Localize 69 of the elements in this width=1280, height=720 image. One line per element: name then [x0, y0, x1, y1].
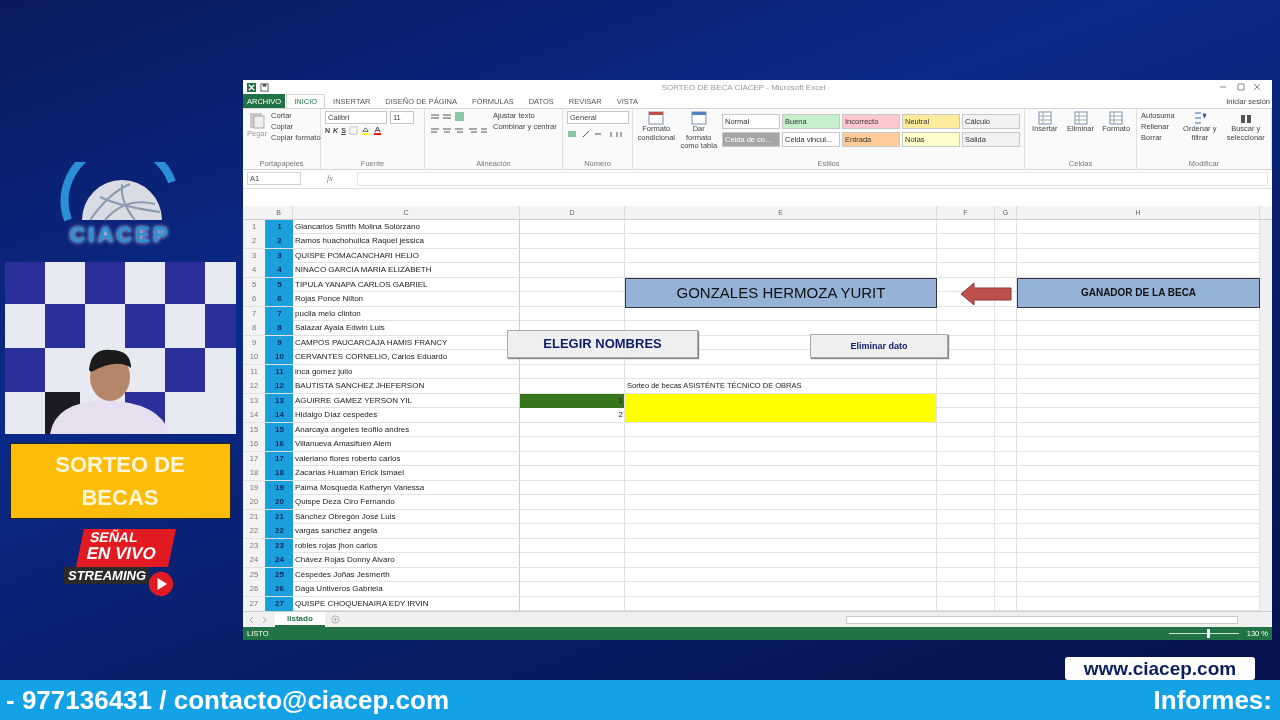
table-cell: 6 — [265, 292, 293, 307]
font-color-icon[interactable] — [372, 126, 382, 136]
table-cell: QUISPE POMACANCHARI HELIO — [293, 248, 520, 263]
table-cell: 4 — [265, 263, 293, 278]
table-cell: 10 — [265, 350, 293, 365]
table-cell: 2 — [265, 234, 293, 249]
table-cell: Villanueva Amasifuen Alem — [293, 437, 520, 452]
clipboard-icon — [249, 111, 265, 130]
table-cell: 16 — [265, 437, 293, 452]
table-cell: 20 — [265, 495, 293, 510]
table-cell: 8 — [265, 321, 293, 336]
table-cell: Ramos huachohuilca Raquel jessica — [293, 234, 520, 249]
table-cell: valeriano flores roberto carlos — [293, 451, 520, 466]
table-cell: robles rojas jhon carlos — [293, 538, 520, 553]
table-cell: Rojas Ponce Nilton — [293, 292, 520, 307]
table-cell: 18 — [265, 466, 293, 481]
function-button[interactable]: fx — [307, 174, 351, 184]
table-cell: Quispe Deza Ciro Fernando — [293, 495, 520, 510]
table-cell: Hidalgo Díaz cespedes — [293, 408, 520, 423]
table-cell: Céspedes Joñas Jesmerth — [293, 567, 520, 582]
website-label: www.ciacep.com — [1065, 657, 1255, 680]
table-cell: TIPULA YANAPA CARLOS GABRIEL — [293, 277, 520, 292]
table-cell: BAUTISTA SANCHEZ JHEFERSON — [293, 379, 520, 394]
choose-names-button[interactable]: ELEGIR NOMBRES — [507, 329, 698, 358]
grid-icon — [1037, 111, 1052, 126]
table-cell: Anarcaya angeles teofilo andres — [293, 422, 520, 437]
fill-color-icon[interactable] — [360, 126, 370, 136]
table-cell: Zacarias Huaman Erick Ismael — [293, 466, 520, 481]
sheet-nav-icon[interactable] — [249, 616, 269, 623]
grid-icon — [1073, 111, 1088, 126]
table-cell: NINACO GARCIA MARIA ELIZABETH — [293, 263, 520, 278]
badge-text: SEÑAL — [88, 529, 141, 545]
table-cell: 12 — [265, 379, 293, 394]
table-cell: 14 — [265, 408, 293, 423]
grid-icon — [1109, 111, 1124, 126]
play-icon — [148, 571, 174, 597]
table-cell: vargas sanchez angela — [293, 524, 520, 539]
table-cell: QUISPE CHOQUENAIRA EDY IRVIN — [293, 596, 520, 611]
add-sheet-icon[interactable] — [330, 615, 340, 625]
table-cell: 22 — [265, 524, 293, 539]
banner-title: SORTEO DE BECAS — [54, 451, 186, 512]
badge-text: EN VIVO — [84, 545, 159, 563]
streaming-label: STREAMING — [64, 567, 150, 584]
winner-box: GONZALES HERMOZA YURIT — [625, 277, 937, 308]
table-cell: Paima Mosqueda Katheryn Vanessa — [293, 480, 520, 495]
table-cell: 24 — [265, 553, 293, 568]
save-icon[interactable] — [260, 82, 269, 92]
table-icon — [690, 111, 707, 126]
winner-label: GANADOR DE LA BECA — [1017, 277, 1260, 308]
zoom-thumb[interactable] — [1207, 629, 1211, 639]
table-cell: Daga Untiveros Gabriela — [293, 582, 520, 597]
table-cell: Sánchez Obregón José Luis — [293, 509, 520, 524]
sort-icon — [1192, 111, 1207, 126]
table-cell: inca gomez julio — [293, 364, 520, 379]
table-icon — [648, 111, 665, 126]
formula-field[interactable] — [356, 171, 1268, 186]
arrow-icon — [960, 281, 1012, 306]
horizontal-scrollbar[interactable] — [845, 615, 1238, 624]
table-cell: 26 — [265, 582, 293, 597]
window-title: SORTEO DE BECA CIACEP - Microsoft Excel — [660, 82, 827, 92]
table-cell: Chávez Rojas Donny Alvaro — [293, 553, 520, 568]
delete-data-button[interactable]: Eliminar dato — [810, 333, 948, 358]
table-cell: puclla melo clinton — [293, 306, 520, 321]
vertical-scrollbar[interactable] — [1260, 219, 1272, 612]
contact-text: - 977136431 / contacto@ciacep.com — [6, 684, 449, 716]
sheet-tab[interactable]: listado — [275, 612, 325, 628]
brand-name: CIACEP — [69, 222, 171, 248]
footer-label: Informes: — [1153, 684, 1272, 716]
table-cell: Giancarlos Smith Molina Solórzano — [293, 219, 520, 234]
